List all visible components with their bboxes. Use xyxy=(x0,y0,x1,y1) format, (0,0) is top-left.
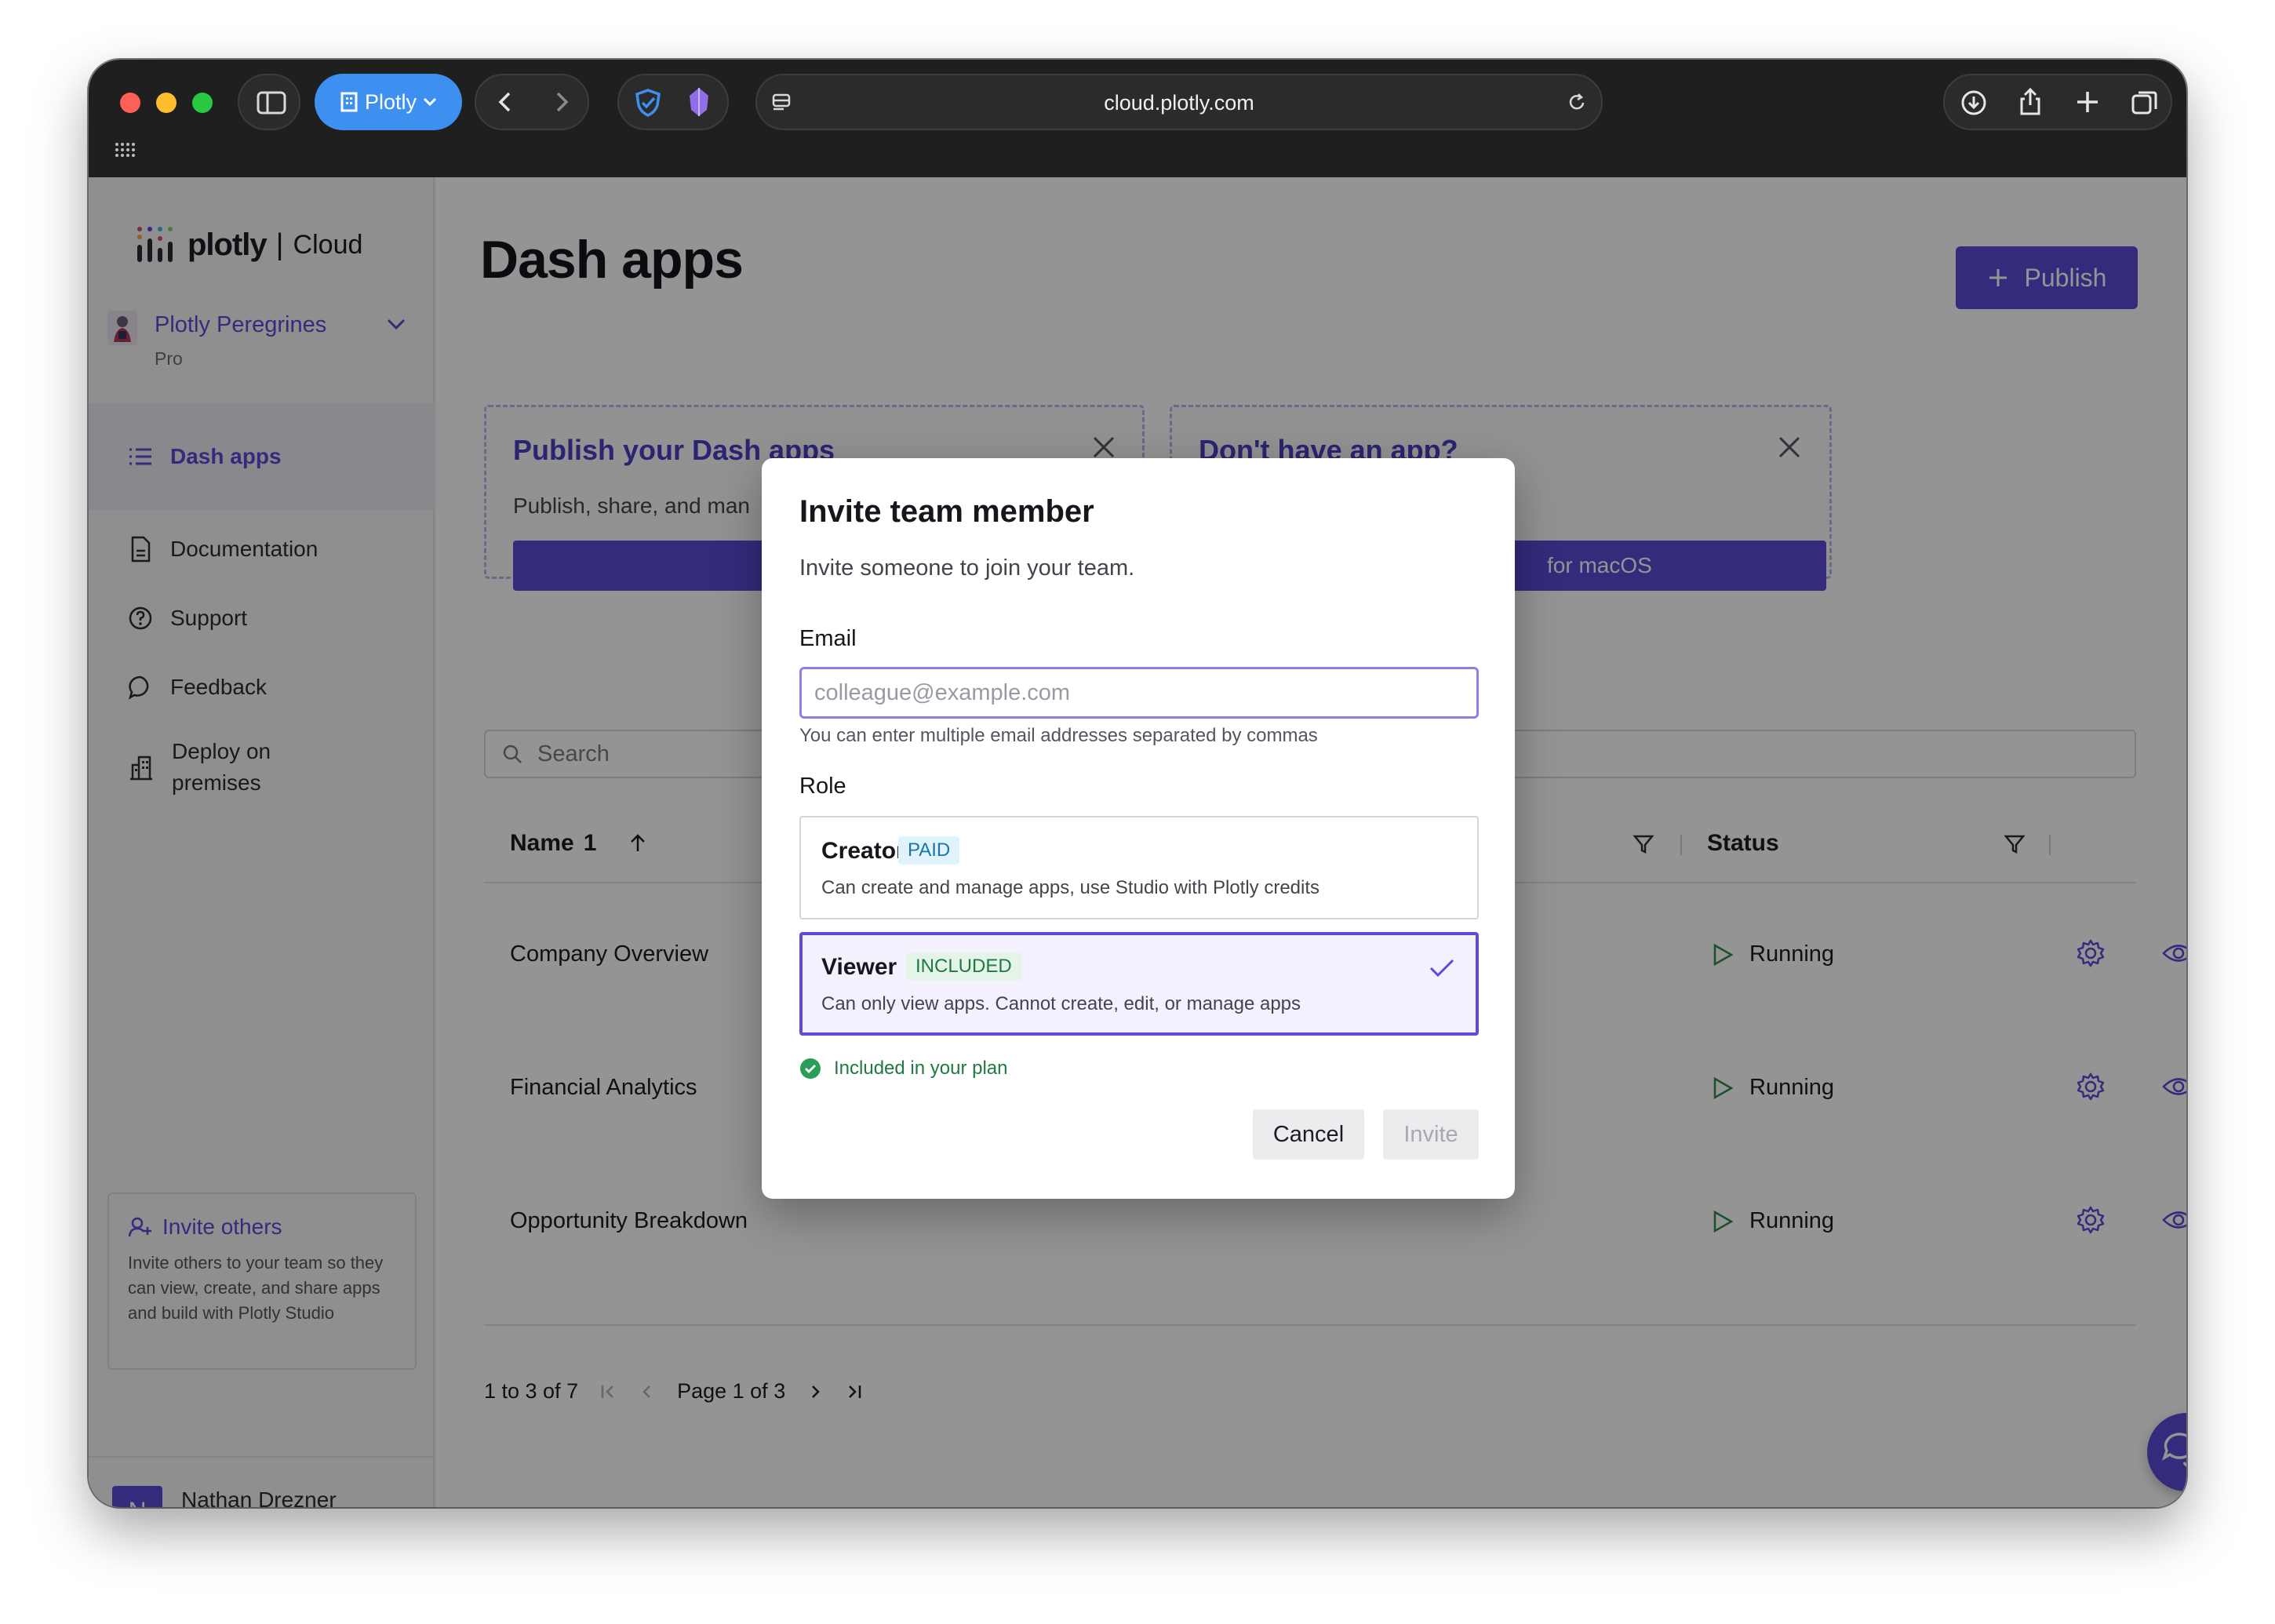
email-field[interactable] xyxy=(799,667,1479,719)
crystal-extension-icon[interactable] xyxy=(685,86,713,118)
browser-window: Plotly cloud.plotly.com plotly | Cloud P… xyxy=(89,60,2186,1507)
minimize-window-button[interactable] xyxy=(156,93,177,113)
invite-button[interactable]: Invite xyxy=(1383,1109,1479,1160)
reload-icon[interactable] xyxy=(1565,91,1589,115)
forward-arrow-icon[interactable] xyxy=(548,89,573,115)
extensions-group xyxy=(617,74,729,130)
sidebar-toggle-button[interactable] xyxy=(238,74,300,130)
cancel-button[interactable]: Cancel xyxy=(1253,1109,1364,1160)
url-text: cloud.plotly.com xyxy=(1104,91,1254,115)
role-description: Can only view apps. Cannot create, edit,… xyxy=(821,993,1301,1014)
checkmark-icon xyxy=(1429,959,1454,978)
plan-note: Included in your plan xyxy=(799,1058,1007,1080)
plan-note-text: Included in your plan xyxy=(834,1058,1008,1079)
zoom-window-button[interactable] xyxy=(192,93,213,113)
dialog-title: Invite team member xyxy=(799,494,1094,529)
nav-buttons xyxy=(475,74,589,130)
check-circle-icon xyxy=(800,1058,821,1079)
share-icon[interactable] xyxy=(2015,86,2045,118)
role-option-viewer[interactable]: Viewer INCLUDED Can only view apps. Cann… xyxy=(799,932,1479,1036)
chevron-down-icon xyxy=(423,97,437,107)
email-hint: You can enter multiple email addresses s… xyxy=(799,725,1318,746)
role-label: Role xyxy=(799,774,846,799)
shield-extension-icon[interactable] xyxy=(633,88,663,118)
new-tab-icon[interactable] xyxy=(2073,88,2102,116)
role-option-creator[interactable]: Creator PAID Can create and manage apps,… xyxy=(799,816,1479,919)
role-description: Can create and manage apps, use Studio w… xyxy=(821,877,1320,898)
tab-group-button[interactable]: Plotly xyxy=(315,74,462,130)
address-bar[interactable]: cloud.plotly.com xyxy=(755,74,1603,130)
download-icon[interactable] xyxy=(1959,88,1989,118)
invite-team-member-dialog: Invite team member Invite someone to joi… xyxy=(762,458,1515,1199)
browser-toolbar: Plotly cloud.plotly.com xyxy=(89,60,2186,177)
tab-group-label: Plotly xyxy=(364,89,417,114)
grid-apps-icon[interactable] xyxy=(114,141,136,158)
role-name: Creator xyxy=(821,838,905,864)
included-badge: INCLUDED xyxy=(906,952,1021,981)
paid-badge: PAID xyxy=(898,836,960,865)
email-label: Email xyxy=(799,626,857,651)
building-icon xyxy=(340,92,358,112)
dialog-description: Invite someone to join your team. xyxy=(799,555,1135,581)
role-name: Viewer xyxy=(821,954,897,980)
sidebar-icon xyxy=(257,91,286,115)
back-arrow-icon[interactable] xyxy=(493,89,519,115)
tab-overview-icon[interactable] xyxy=(2130,88,2160,118)
close-window-button[interactable] xyxy=(120,93,140,113)
browser-actions xyxy=(1943,74,2172,130)
